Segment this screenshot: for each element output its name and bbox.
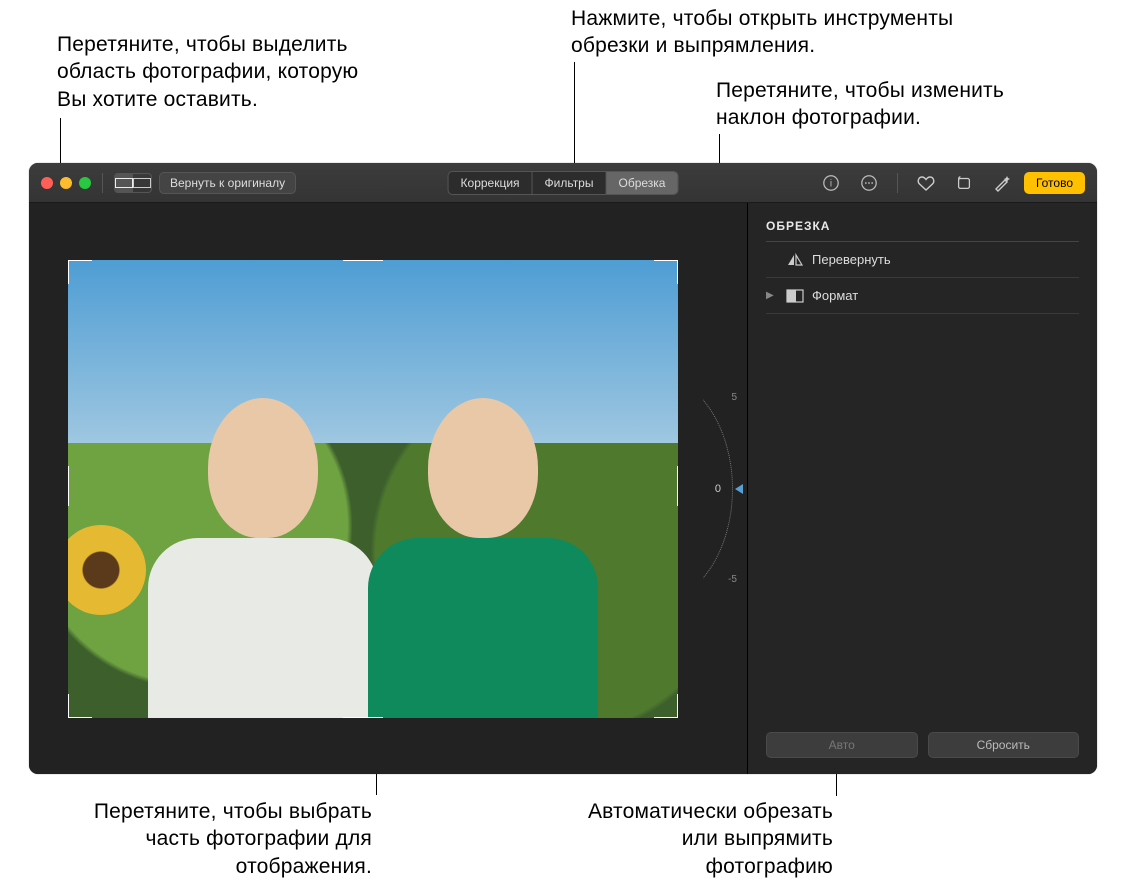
- tab-filters[interactable]: Фильтры: [533, 172, 607, 194]
- crop-handle-tl[interactable]: [68, 260, 92, 284]
- info-icon[interactable]: i: [821, 173, 841, 193]
- edit-tabs: Коррекция Фильтры Обрезка: [448, 171, 679, 195]
- dial-value: 0: [715, 483, 721, 495]
- photo-canvas: 5 0 -5: [29, 203, 747, 774]
- content-area: 5 0 -5 ОБРЕЗКА Перевернуть ▶ Формат: [29, 203, 1097, 774]
- crop-handle-top[interactable]: [343, 260, 383, 261]
- minimize-icon[interactable]: [60, 177, 72, 189]
- tilt-dial[interactable]: 5 0 -5: [693, 374, 739, 604]
- callout-tilt: Перетяните, чтобы изменить наклон фотогр…: [716, 77, 1046, 132]
- close-icon[interactable]: [41, 177, 53, 189]
- chevron-right-icon: ▶: [766, 290, 774, 301]
- crop-handle-left[interactable]: [68, 466, 69, 506]
- photo-subject: [378, 378, 588, 718]
- view-toggle[interactable]: [114, 173, 152, 193]
- panel-footer: Авто Сбросить: [766, 732, 1079, 758]
- dial-pointer-icon[interactable]: [735, 484, 743, 494]
- flip-icon: [786, 253, 802, 267]
- favorite-icon[interactable]: [916, 173, 936, 193]
- tab-crop[interactable]: Обрезка: [606, 172, 677, 194]
- reset-button[interactable]: Сбросить: [928, 732, 1080, 758]
- enhance-icon[interactable]: [992, 173, 1012, 193]
- flip-label: Перевернуть: [812, 252, 891, 267]
- crop-frame[interactable]: [68, 260, 678, 718]
- photo-subject: [158, 378, 368, 718]
- crop-handle-tr[interactable]: [654, 260, 678, 284]
- title-bar: Вернуть к оригиналу Коррекция Фильтры Об…: [29, 163, 1097, 203]
- callout-crop-tools: Нажмите, чтобы открыть инструменты обрез…: [571, 5, 1001, 60]
- aspect-row[interactable]: ▶ Формат: [766, 278, 1079, 314]
- traffic-lights: [41, 177, 91, 189]
- toolbar-right: i Готово: [821, 172, 1085, 194]
- crop-handle-bottom[interactable]: [343, 717, 383, 718]
- panel-title: ОБРЕЗКА: [766, 219, 1079, 242]
- dial-tick: 5: [731, 392, 737, 403]
- crop-panel: ОБРЕЗКА Перевернуть ▶ Формат Авто Сброси…: [747, 203, 1097, 774]
- svg-text:i: i: [830, 178, 832, 189]
- callout-drag-select: Перетяните, чтобы выделить область фотог…: [57, 31, 377, 113]
- app-window: Вернуть к оригиналу Коррекция Фильтры Об…: [29, 163, 1097, 774]
- callout-drag-part: Перетяните, чтобы выбрать часть фотограф…: [62, 798, 372, 880]
- callout-auto: Автоматически обрезать или выпрямить фот…: [553, 798, 833, 880]
- more-icon[interactable]: [859, 173, 879, 193]
- crop-handle-bl[interactable]: [68, 694, 92, 718]
- aspect-icon: [786, 289, 802, 303]
- zoom-icon[interactable]: [79, 177, 91, 189]
- tab-adjust[interactable]: Коррекция: [449, 172, 533, 194]
- aspect-label: Формат: [812, 288, 858, 303]
- auto-button[interactable]: Авто: [766, 732, 918, 758]
- revert-button[interactable]: Вернуть к оригиналу: [159, 172, 296, 194]
- crop-handle-br[interactable]: [654, 694, 678, 718]
- flip-row[interactable]: Перевернуть: [766, 242, 1079, 278]
- crop-handle-right[interactable]: [677, 466, 678, 506]
- rotate-icon[interactable]: [954, 173, 974, 193]
- divider: [102, 173, 103, 193]
- dial-tick: -5: [728, 574, 737, 585]
- done-button[interactable]: Готово: [1024, 172, 1085, 194]
